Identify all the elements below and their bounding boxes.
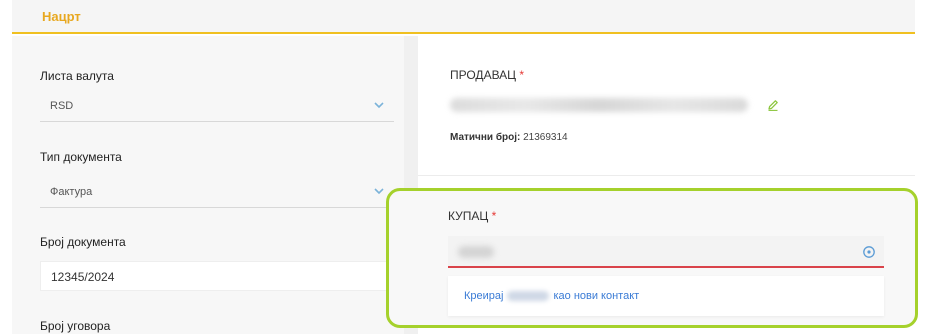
required-mark: * [519, 68, 525, 82]
buyer-label: КУПАЦ * [448, 209, 497, 223]
seller-label: ПРОДАВАЦ * [450, 68, 525, 82]
contract-number-label: Број уговора [40, 319, 111, 333]
registration-label: Матични број: [450, 132, 521, 143]
currency-list-select[interactable]: RSD [40, 92, 394, 122]
buyer-search-input[interactable] [448, 236, 884, 268]
buyer-query-redacted [458, 246, 494, 258]
seller-name-redacted [450, 98, 748, 112]
create-contact-prefix: Креирај [464, 290, 504, 302]
currency-list-label: Листа валута [40, 69, 114, 83]
document-type-label: Тип документа [40, 150, 122, 164]
document-number-value: 12345/2024 [51, 270, 115, 284]
chevron-down-icon [374, 188, 384, 195]
pencil-icon[interactable] [766, 98, 780, 112]
currency-list-value: RSD [50, 100, 74, 112]
seller-panel: ПРОДАВАЦ * Матични број: 21369314 [418, 36, 915, 176]
create-contact-link[interactable]: Креирај као нови контакт [464, 290, 639, 302]
required-mark: * [491, 209, 497, 223]
draft-title: Нацрт [42, 9, 81, 24]
seller-registration: Матични број: 21369314 [450, 132, 568, 143]
document-number-label: Број документа [40, 235, 126, 249]
chevron-down-icon [374, 102, 384, 109]
buyer-name-redacted [507, 291, 550, 301]
document-type-value: Фактура [50, 186, 93, 198]
create-contact-suggestion[interactable]: Креирај као нови контакт [448, 276, 884, 316]
circle-clear-icon[interactable] [862, 245, 876, 259]
registration-value: 21369314 [523, 132, 568, 143]
document-number-input[interactable]: 12345/2024 [40, 261, 394, 291]
draft-header: Нацрт [12, 0, 915, 34]
document-type-select[interactable]: Фактура [40, 178, 394, 208]
document-details-panel: Листа валута RSD Тип документа Фактура Б… [12, 36, 404, 334]
create-contact-suffix: као нови контакт [553, 290, 640, 302]
